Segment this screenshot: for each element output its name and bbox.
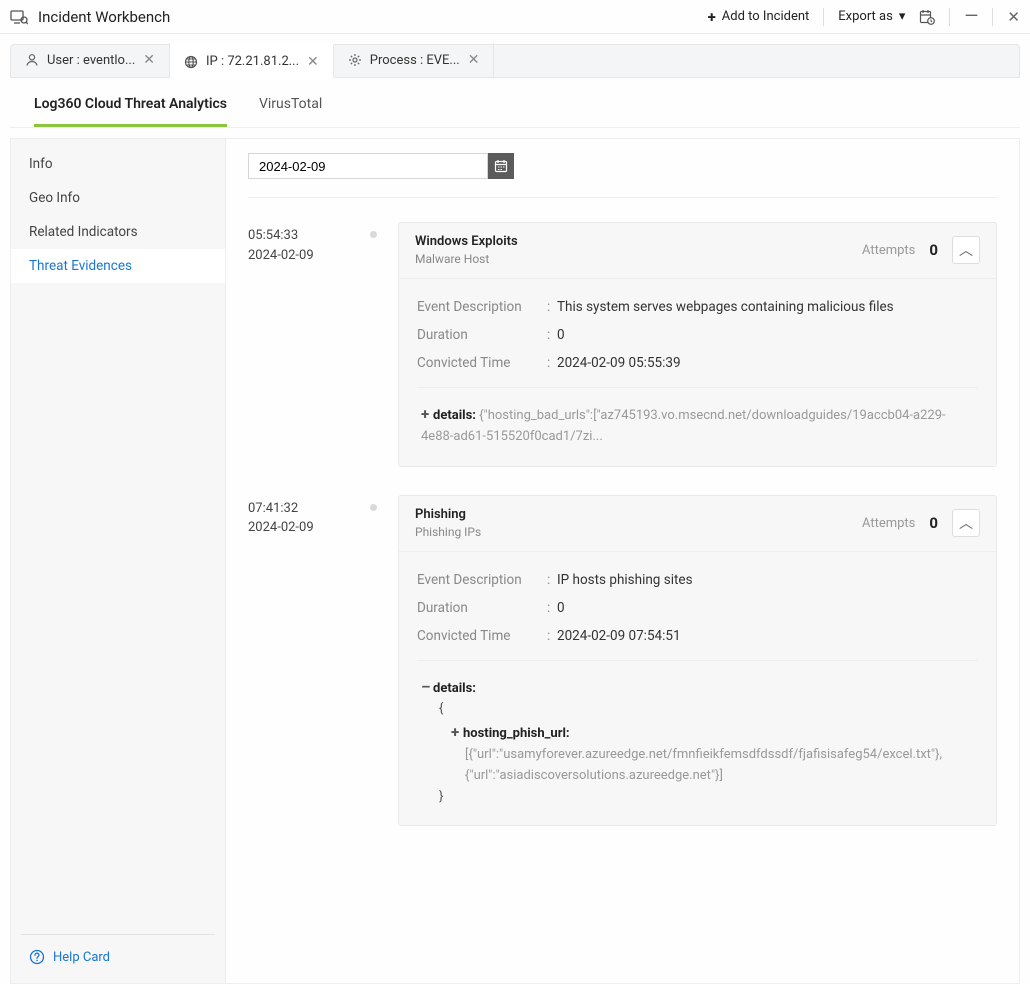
- tab-user[interactable]: User : eventlo... ✕: [11, 43, 170, 77]
- tab-label: IP : 72.21.81.2...: [206, 54, 299, 69]
- window-title: Incident Workbench: [38, 8, 170, 26]
- timeline-dot: [368, 222, 378, 467]
- tab-ip[interactable]: IP : 72.21.81.2... ✕: [170, 44, 334, 78]
- kv-value: 2024-02-09 07:54:51: [557, 628, 978, 644]
- tab-label: User : eventlo...: [47, 53, 135, 68]
- minimize-button[interactable]: —: [964, 6, 978, 27]
- schedule-icon[interactable]: [919, 9, 935, 25]
- calendar-icon: [494, 159, 508, 173]
- sidebar-item-threat-evidences[interactable]: Threat Evidences: [11, 249, 225, 283]
- gear-icon: [348, 53, 362, 67]
- evidence-timestamp: 05:54:33 2024-02-09: [248, 222, 348, 467]
- workbench-icon: [10, 9, 28, 25]
- json-close-brace: }: [421, 787, 974, 808]
- expand-key-icon[interactable]: +: [451, 720, 463, 744]
- evidence-card: Phishing Phishing IPs Attempts 0 ︿ Event…: [398, 495, 997, 827]
- export-as-button[interactable]: Export as ▾: [838, 9, 905, 24]
- close-button[interactable]: ✕: [1007, 8, 1020, 26]
- details-label: details:: [433, 408, 476, 423]
- evidence-timestamp: 07:41:32 2024-02-09: [248, 495, 348, 827]
- globe-icon: [184, 55, 198, 69]
- kv-value: 2024-02-09 05:55:39: [557, 355, 978, 371]
- evidence-subtitle: Malware Host: [415, 251, 518, 268]
- date-filter-input[interactable]: [248, 153, 488, 179]
- help-card-label: Help Card: [53, 950, 110, 965]
- kv-key: Event Description: [417, 299, 547, 315]
- analysis-subtabs: Log360 Cloud Threat Analytics VirusTotal: [10, 78, 1020, 128]
- attempts-value: 0: [929, 514, 938, 532]
- user-icon: [25, 53, 39, 67]
- kv-key: Duration: [417, 600, 547, 616]
- export-as-label: Export as: [838, 9, 893, 24]
- attempts-value: 0: [929, 241, 938, 259]
- kv-value: This system serves webpages containing m…: [557, 299, 978, 315]
- calendar-button[interactable]: [488, 153, 514, 179]
- evidence-title: Windows Exploits: [415, 233, 518, 251]
- entity-tabs: User : eventlo... ✕ IP : 72.21.81.2... ✕…: [10, 44, 1020, 78]
- json-value: [{"url":"usamyforever.azureedge.net/fmnf…: [451, 745, 974, 787]
- details-json-preview: {"hosting_bad_urls":["az745193.vo.msecnd…: [421, 408, 946, 444]
- details-label: details:: [433, 681, 476, 696]
- tab-close-icon[interactable]: ✕: [143, 52, 155, 68]
- evidence-card: Windows Exploits Malware Host Attempts 0…: [398, 222, 997, 467]
- kv-value: 0: [557, 327, 978, 343]
- expand-details-icon[interactable]: +: [421, 402, 433, 426]
- chevron-up-icon: ︿: [959, 513, 973, 533]
- sidebar-item-geo[interactable]: Geo Info: [11, 181, 225, 215]
- attempts-label: Attempts: [862, 243, 915, 258]
- sidebar: Info Geo Info Related Indicators Threat …: [11, 139, 226, 983]
- json-open-brace: {: [421, 699, 974, 720]
- subtab-virustotal[interactable]: VirusTotal: [259, 96, 322, 127]
- separator: [992, 8, 993, 26]
- separator: [949, 8, 950, 26]
- help-icon: [29, 949, 45, 965]
- collapse-details-icon[interactable]: –: [421, 675, 433, 699]
- help-card-button[interactable]: Help Card: [21, 934, 215, 983]
- collapse-toggle[interactable]: ︿: [952, 509, 980, 537]
- sidebar-item-info[interactable]: Info: [11, 147, 225, 181]
- evidence-title: Phishing: [415, 506, 481, 524]
- subtab-threat-analytics[interactable]: Log360 Cloud Threat Analytics: [34, 96, 227, 127]
- tab-label: Process : EVE...: [370, 53, 460, 68]
- tab-close-icon[interactable]: ✕: [468, 52, 480, 68]
- kv-key: Convicted Time: [417, 355, 547, 371]
- json-key: hosting_phish_url:: [463, 726, 570, 741]
- collapse-toggle[interactable]: ︿: [952, 236, 980, 264]
- add-to-incident-button[interactable]: + Add to Incident: [708, 8, 810, 26]
- kv-key: Event Description: [417, 572, 547, 588]
- attempts-label: Attempts: [862, 516, 915, 531]
- tab-process[interactable]: Process : EVE... ✕: [334, 43, 495, 77]
- separator: [823, 8, 824, 26]
- timeline-dot: [368, 495, 378, 827]
- kv-value: IP hosts phishing sites: [557, 572, 978, 588]
- tab-close-icon[interactable]: ✕: [307, 54, 319, 70]
- kv-value: 0: [557, 600, 978, 616]
- sidebar-item-related[interactable]: Related Indicators: [11, 215, 225, 249]
- kv-key: Duration: [417, 327, 547, 343]
- caret-down-icon: ▾: [899, 9, 906, 24]
- add-to-incident-label: Add to Incident: [722, 9, 809, 24]
- plus-icon: +: [708, 8, 716, 26]
- kv-key: Convicted Time: [417, 628, 547, 644]
- chevron-up-icon: ︿: [959, 240, 973, 260]
- evidence-subtitle: Phishing IPs: [415, 524, 481, 541]
